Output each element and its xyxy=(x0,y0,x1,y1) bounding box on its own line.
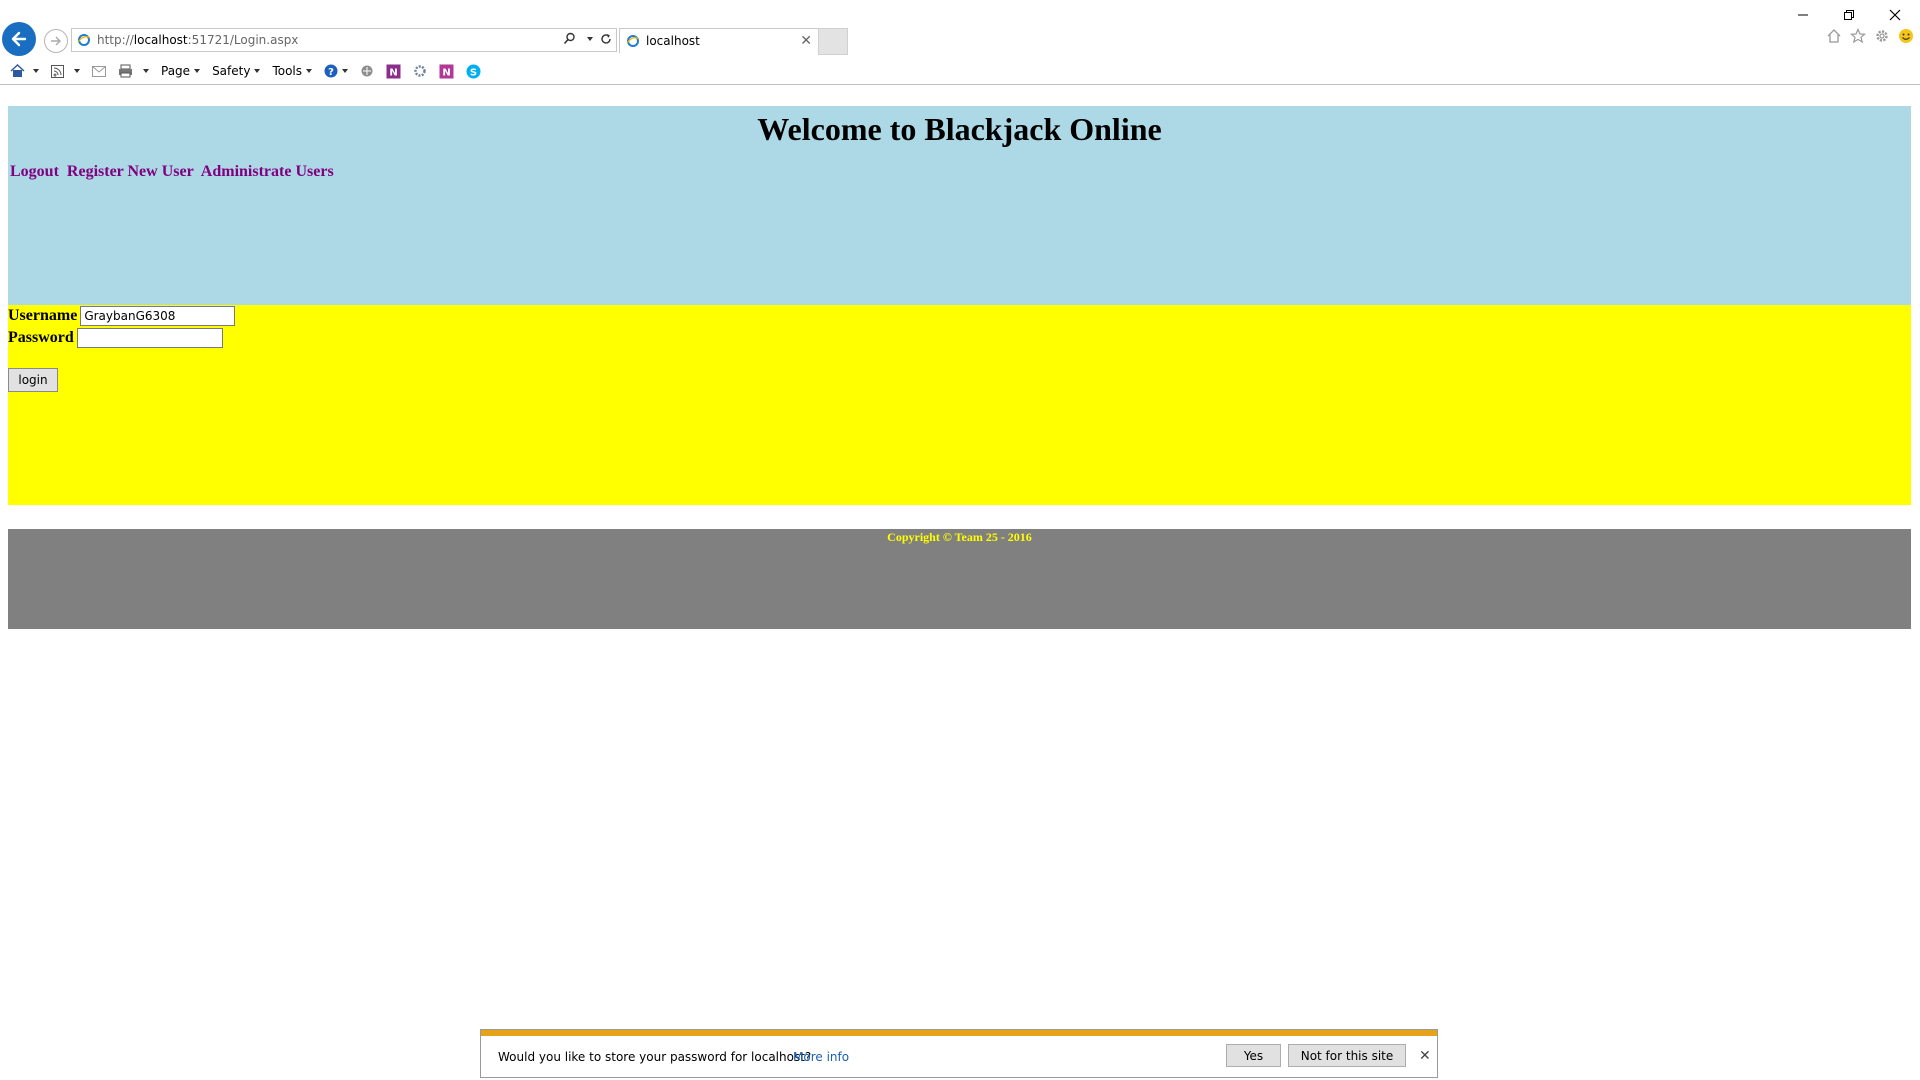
help-icon: ? xyxy=(324,64,338,78)
ie-tab-icon xyxy=(626,35,640,47)
chevron-down-icon[interactable] xyxy=(74,69,80,73)
close-tab-icon[interactable]: ✕ xyxy=(800,32,812,49)
refresh-icon[interactable] xyxy=(600,33,612,45)
browser-right-icons xyxy=(1826,28,1914,44)
footer: Copyright © Team 25 - 2016 xyxy=(8,529,1911,629)
chevron-down-icon[interactable] xyxy=(143,69,149,73)
svg-text:N: N xyxy=(442,67,450,78)
print-icon xyxy=(119,64,132,78)
username-label: Username xyxy=(8,307,78,324)
gear-icon[interactable] xyxy=(1874,28,1890,44)
new-tab-button[interactable] xyxy=(818,28,848,55)
chevron-down-icon xyxy=(306,69,313,73)
extension-gear-icon xyxy=(414,65,426,77)
search-dropdown-icon[interactable] xyxy=(587,36,593,41)
home-command[interactable] xyxy=(10,64,39,78)
login-form: Username Password login xyxy=(8,305,1911,505)
extension-command[interactable] xyxy=(413,64,427,78)
minimize-icon xyxy=(1798,14,1808,16)
save-password-notification: Would you like to store your password fo… xyxy=(480,1029,1438,1078)
mail-icon xyxy=(92,65,106,77)
notification-message: Would you like to store your password fo… xyxy=(498,1050,812,1064)
research-icon xyxy=(361,65,373,77)
save-password-yes-button[interactable]: Yes xyxy=(1226,1044,1281,1067)
login-button[interactable]: login xyxy=(8,368,58,392)
svg-text:N: N xyxy=(389,67,397,78)
address-bar[interactable]: http://localhost:51721/Login.aspx xyxy=(71,28,617,52)
tab-localhost[interactable]: localhost ✕ xyxy=(619,28,819,53)
chevron-down-icon xyxy=(194,69,201,73)
address-url[interactable]: http://localhost:51721/Login.aspx xyxy=(97,33,298,47)
chevron-down-icon[interactable] xyxy=(33,69,39,73)
administrate-users-link[interactable]: Administrate Users xyxy=(201,163,334,180)
register-new-user-link[interactable]: Register New User xyxy=(67,163,194,180)
restore-icon xyxy=(1844,10,1854,20)
print-command[interactable] xyxy=(118,64,149,78)
close-icon xyxy=(1889,9,1901,21)
browser-chrome: http://localhost:51721/Login.aspx localh… xyxy=(0,0,1920,86)
back-button[interactable] xyxy=(2,22,36,56)
search-icon[interactable] xyxy=(563,32,576,45)
nav-links: Logout Register New User Administrate Us… xyxy=(10,163,338,181)
onenote-icon: N xyxy=(386,64,401,78)
svg-text:S: S xyxy=(470,67,477,78)
tab-title: localhost xyxy=(646,34,700,48)
chevron-down-icon xyxy=(342,69,349,73)
onenote-command[interactable]: N xyxy=(386,64,401,79)
home-icon xyxy=(10,64,25,77)
onenote-linked-icon: N xyxy=(439,64,454,78)
chrome-divider xyxy=(0,84,1920,85)
address-tools xyxy=(563,32,612,45)
password-row: Password xyxy=(8,328,223,348)
notification-accent xyxy=(481,1030,1437,1036)
page-menu[interactable]: Page xyxy=(161,64,201,78)
more-info-link[interactable]: More info xyxy=(793,1050,849,1064)
feeds-icon xyxy=(51,64,64,78)
tools-menu[interactable]: Tools xyxy=(272,64,313,78)
command-bar: Page Safety Tools ? N N S xyxy=(0,58,1920,84)
onenote-linked-command[interactable]: N xyxy=(439,64,454,79)
safety-menu[interactable]: Safety xyxy=(212,64,261,78)
ie-page-icon xyxy=(77,34,91,46)
arrow-left-icon xyxy=(11,31,27,47)
minimize-button[interactable] xyxy=(1780,4,1826,26)
mail-command[interactable] xyxy=(92,65,106,77)
logout-link[interactable]: Logout xyxy=(10,163,59,180)
forward-button[interactable] xyxy=(44,29,68,53)
close-window-button[interactable] xyxy=(1872,4,1918,26)
not-for-this-site-button[interactable]: Not for this site xyxy=(1288,1044,1406,1067)
skype-icon: S xyxy=(466,64,481,78)
copyright-text: Copyright © Team 25 - 2016 xyxy=(887,530,1032,544)
favorites-star-icon[interactable] xyxy=(1850,28,1866,44)
password-label: Password xyxy=(8,329,74,346)
page-title: Welcome to Blackjack Online xyxy=(757,111,1162,147)
header-banner: Welcome to Blackjack Online Logout Regis… xyxy=(8,106,1911,305)
help-command[interactable]: ? xyxy=(324,64,349,78)
close-icon[interactable]: ✕ xyxy=(1419,1047,1431,1064)
svg-text:?: ? xyxy=(328,67,334,78)
arrow-right-icon xyxy=(51,36,61,46)
username-field[interactable] xyxy=(80,306,236,326)
username-row: Username xyxy=(8,306,236,326)
chevron-down-icon xyxy=(254,69,261,73)
password-field[interactable] xyxy=(76,328,223,348)
restore-button[interactable] xyxy=(1826,4,1872,26)
skype-command[interactable]: S xyxy=(466,64,481,79)
feeds-command[interactable] xyxy=(51,64,80,78)
smiley-feedback-icon[interactable] xyxy=(1898,28,1914,44)
research-command[interactable] xyxy=(360,64,374,78)
home-icon[interactable] xyxy=(1826,28,1842,44)
